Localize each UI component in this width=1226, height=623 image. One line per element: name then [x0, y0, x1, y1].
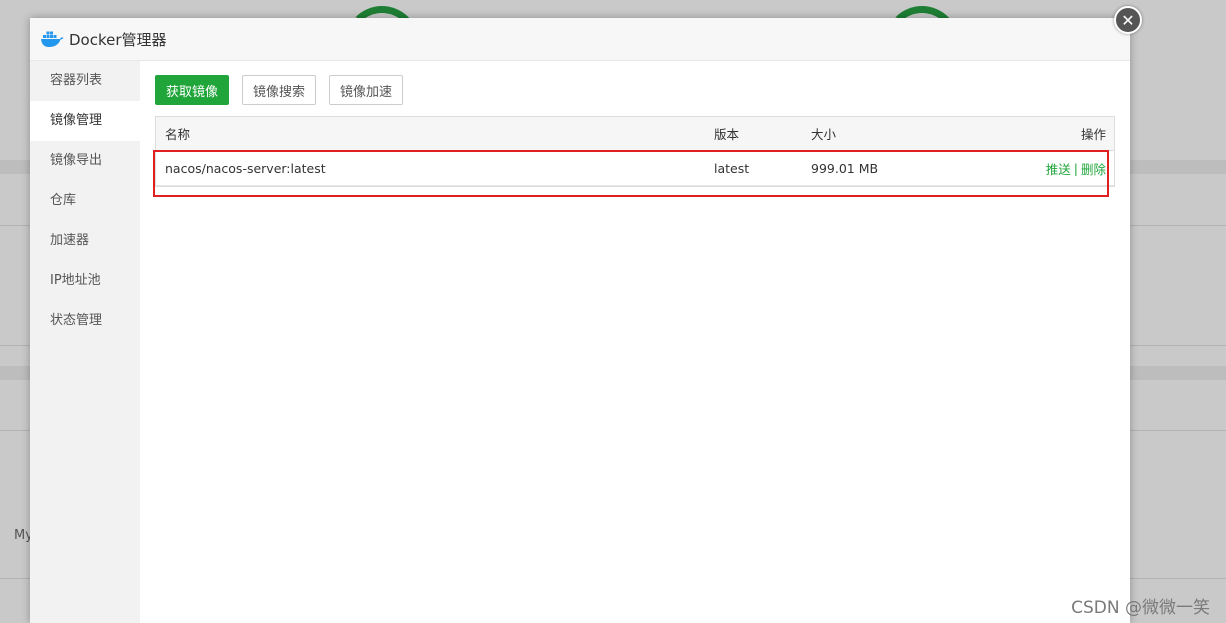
- column-header-action: 操作: [1080, 127, 1106, 142]
- sidebar-item-image-export[interactable]: 镜像导出: [30, 141, 140, 181]
- delete-link[interactable]: 删除: [1081, 159, 1106, 178]
- sidebar-item-image-management[interactable]: 镜像管理: [30, 101, 140, 141]
- watermark: CSDN @微微一笑: [1071, 598, 1210, 618]
- sidebar-nav: 容器列表 镜像管理 镜像导出 仓库 加速器 IP地址池 状态管理: [30, 61, 140, 623]
- table-header: 名称 版本 大小 操作: [156, 117, 1114, 151]
- image-size: 999.01 MB: [811, 160, 879, 176]
- search-image-button[interactable]: 镜像搜索: [242, 75, 317, 105]
- image-version: latest: [714, 160, 750, 176]
- docker-whale-icon: [41, 31, 64, 47]
- push-link[interactable]: 推送: [1046, 159, 1071, 178]
- column-header-name: 名称: [165, 127, 191, 142]
- table-row: nacos/nacos-server:latest latest 999.01 …: [156, 151, 1114, 186]
- sidebar-item-ip-pool[interactable]: IP地址池: [30, 261, 140, 301]
- close-icon[interactable]: ✕: [1114, 6, 1142, 34]
- image-table: 名称 版本 大小 操作 nacos/nacos-server:latest la…: [155, 116, 1115, 187]
- image-name: nacos/nacos-server:latest: [165, 160, 326, 176]
- pull-image-button[interactable]: 获取镜像: [155, 75, 230, 105]
- sidebar-item-status-management[interactable]: 状态管理: [30, 301, 140, 341]
- row-actions: 推送 | 删除: [1046, 151, 1106, 185]
- sidebar-item-repository[interactable]: 仓库: [30, 181, 140, 221]
- column-header-version: 版本: [714, 127, 740, 142]
- dialog-header: Docker管理器: [30, 18, 1130, 61]
- sidebar-item-container-list[interactable]: 容器列表: [30, 61, 140, 101]
- column-header-size: 大小: [811, 127, 837, 142]
- image-management-panel: 获取镜像 镜像搜索 镜像加速 名称 版本 大小 操作 nacos/nacos-s…: [155, 75, 1115, 187]
- sidebar-item-accelerator[interactable]: 加速器: [30, 221, 140, 261]
- image-accelerate-button[interactable]: 镜像加速: [329, 75, 404, 105]
- docker-manager-dialog: Docker管理器 容器列表 镜像管理 镜像导出 仓库 加速器 IP地址池 状态…: [30, 18, 1130, 623]
- dialog-title: Docker管理器: [69, 30, 167, 49]
- action-separator: |: [1073, 160, 1078, 176]
- toolbar: 获取镜像 镜像搜索 镜像加速: [155, 75, 1115, 105]
